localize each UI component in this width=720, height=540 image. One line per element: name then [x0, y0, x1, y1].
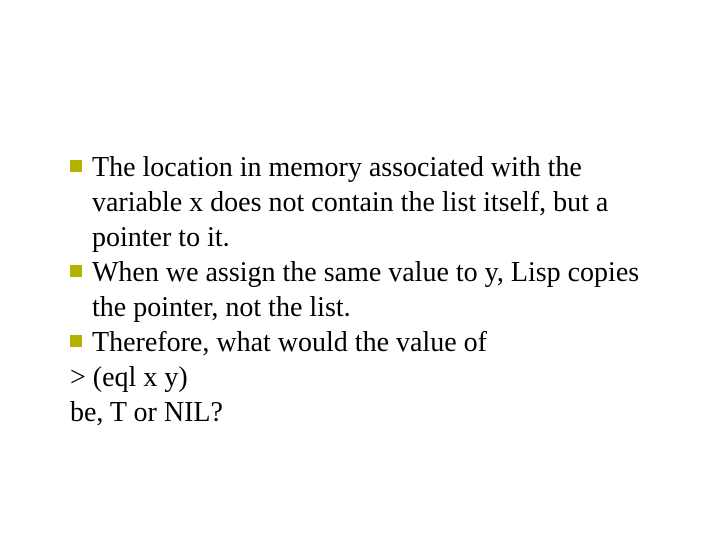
square-bullet-icon	[70, 255, 92, 277]
list-item: The location in memory associated with t…	[70, 150, 660, 255]
bullet-text: The location in memory associated with t…	[92, 150, 660, 255]
list-item: When we assign the same value to y, Lisp…	[70, 255, 660, 325]
slide-content: The location in memory associated with t…	[70, 150, 660, 430]
bullet-text: When we assign the same value to y, Lisp…	[92, 255, 660, 325]
list-item: Therefore, what would the value of	[70, 325, 660, 360]
square-bullet-icon	[70, 325, 92, 347]
bullet-text: Therefore, what would the value of	[92, 325, 660, 360]
square-bullet-icon	[70, 150, 92, 172]
question-line: be, T or NIL?	[70, 395, 660, 430]
code-line: > (eql x y)	[70, 360, 660, 395]
slide: The location in memory associated with t…	[0, 0, 720, 540]
